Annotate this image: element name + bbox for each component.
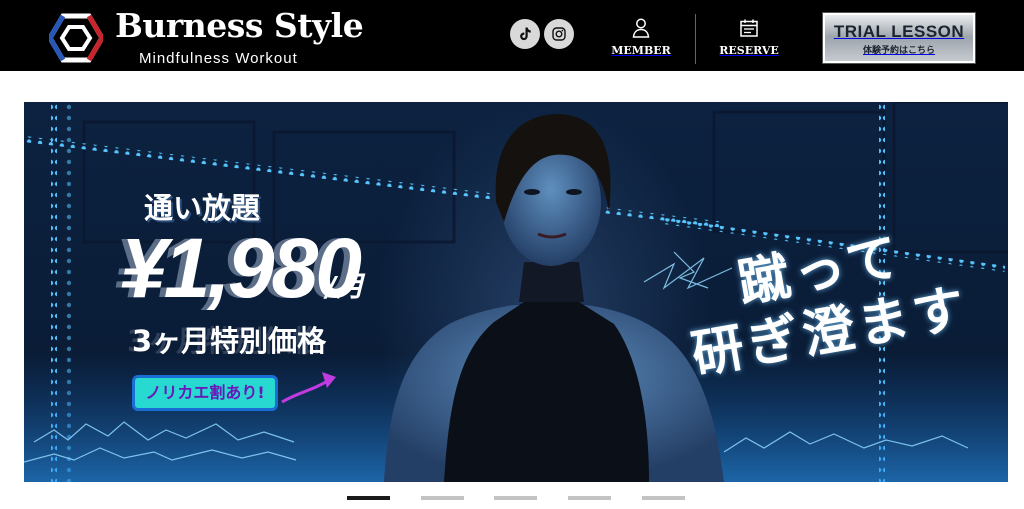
pager-dot-4[interactable] — [568, 496, 611, 500]
nav-member-label: MEMBER — [611, 44, 671, 57]
site-header: Burness Style Mindfulness Workout MEMBER — [0, 0, 1024, 75]
trial-lesson-sublabel: 体験予約はこちら — [862, 46, 935, 56]
pager-dot-1[interactable] — [347, 496, 390, 500]
pager-dot-3[interactable] — [494, 496, 537, 500]
promo-price: ¥1,980 — [120, 221, 362, 315]
tiktok-link[interactable] — [510, 19, 540, 49]
instagram-link[interactable] — [544, 19, 574, 49]
brand-name: Burness Style — [115, 6, 364, 45]
pager-dot-2[interactable] — [421, 496, 464, 500]
pager-dot-5[interactable] — [642, 496, 685, 500]
nav-reserve[interactable]: RESERVE — [709, 18, 789, 68]
nav-member[interactable]: MEMBER — [601, 18, 681, 68]
instagram-icon — [552, 27, 566, 41]
athlete-figure — [384, 114, 724, 482]
user-icon — [632, 18, 650, 38]
nav-divider — [695, 14, 696, 64]
trial-lesson-label: TRIAL LESSON — [833, 22, 965, 41]
norikae-discount-badge: ノリカエ割あり! — [132, 375, 278, 411]
trial-lesson-button[interactable]: TRIAL LESSON 体験予約はこちら — [822, 12, 976, 64]
nav-reserve-label: RESERVE — [719, 44, 779, 57]
tiktok-icon — [520, 27, 531, 41]
burness-logo-icon — [49, 13, 103, 63]
hero-banner[interactable]: 通い放題 ¥1,980 /月 3ヶ月特別価格 ノリカエ割あり! 蹴って 研ぎ澄ま… — [24, 102, 1008, 482]
led-strip-top — [24, 136, 720, 228]
brand-tagline: Mindfulness Workout — [139, 50, 298, 67]
calendar-icon — [740, 19, 758, 37]
promo-price-unit: /月 — [326, 270, 365, 303]
promo-special-price-text: 3ヶ月特別価格 — [132, 324, 327, 358]
